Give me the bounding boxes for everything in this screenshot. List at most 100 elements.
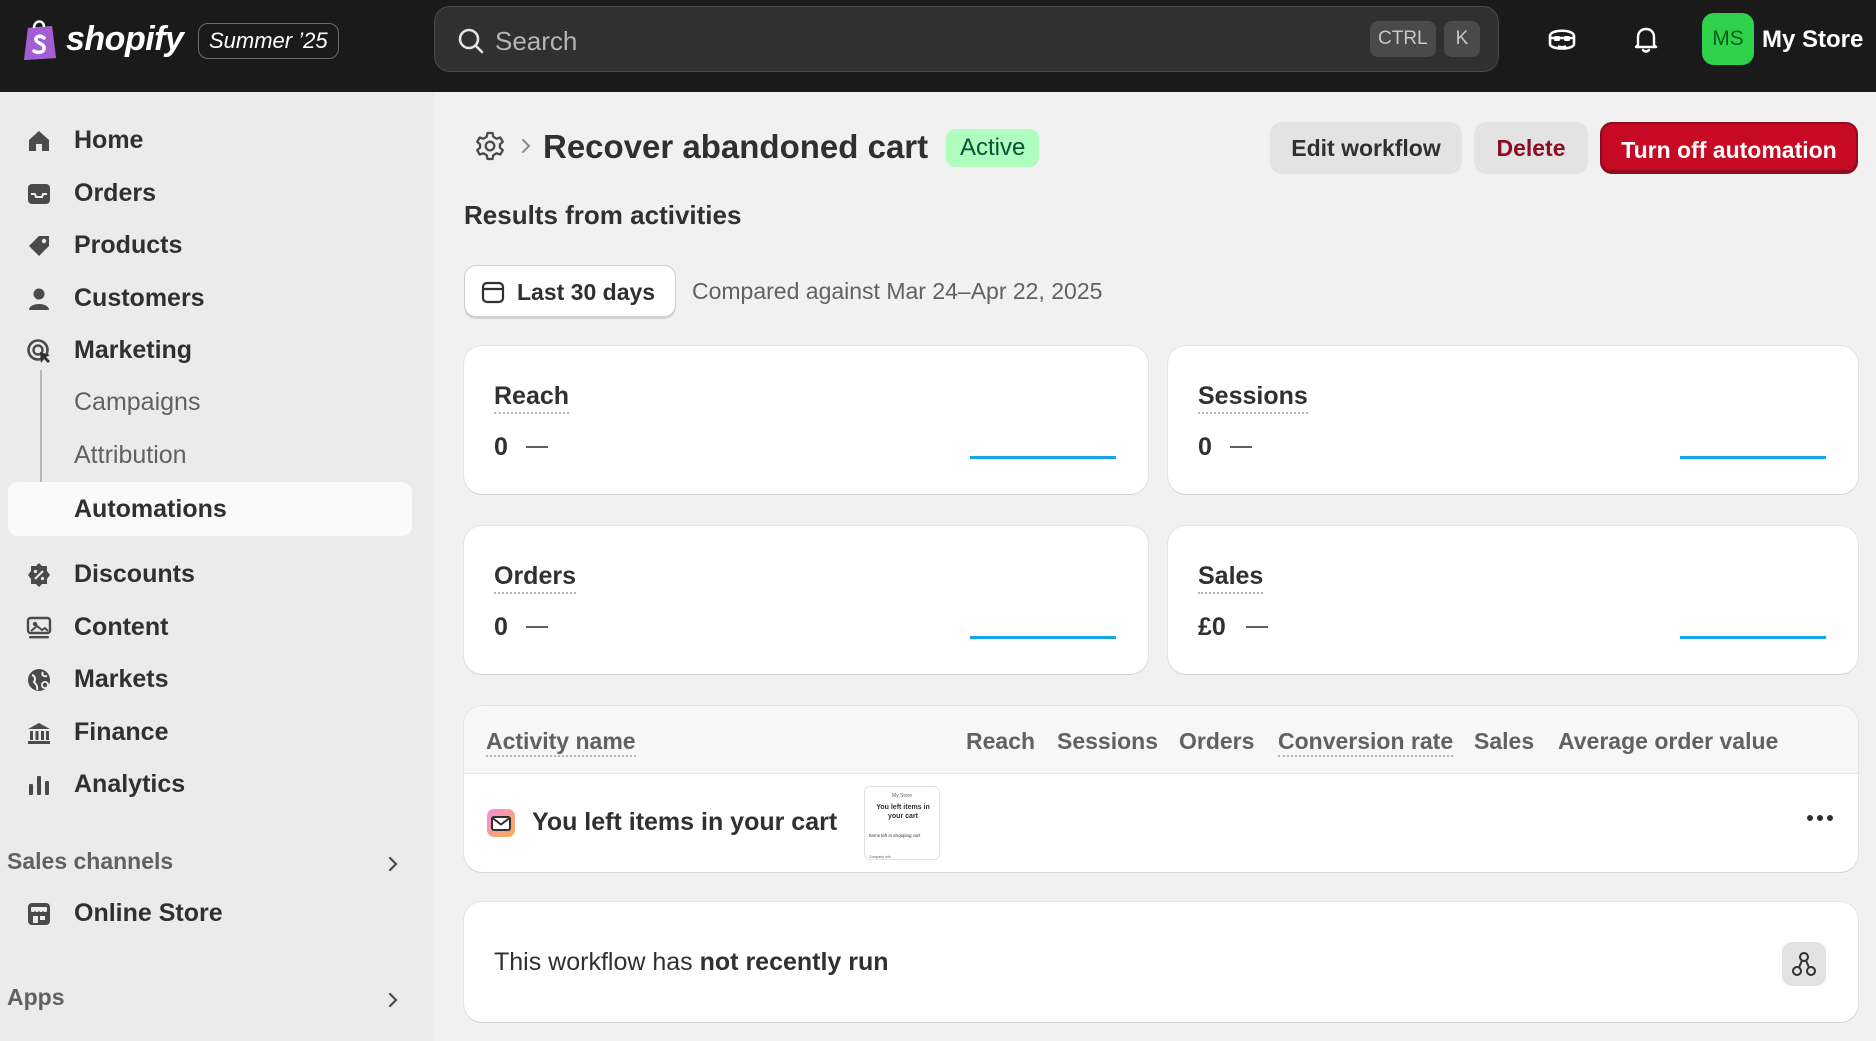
target-icon (27, 339, 50, 363)
sidebar-item-customers[interactable]: Customers (8, 273, 412, 323)
sidebar-item-finance[interactable]: Finance (8, 707, 412, 757)
sidebar-item-label: Marketing (74, 335, 193, 364)
bank-icon (28, 723, 50, 744)
edit-workflow-button[interactable]: Edit workflow (1270, 122, 1462, 174)
status-badge: Active (946, 129, 1040, 167)
person-icon (29, 288, 49, 310)
sidebar-item-automations[interactable]: Automations (8, 482, 412, 536)
sidebar-item-label: Analytics (74, 769, 186, 798)
chevron-right-icon[interactable] (383, 854, 403, 874)
workflow-icon (1792, 952, 1816, 976)
sidebar-item-label: Markets (74, 664, 169, 693)
no-change-dash (1246, 626, 1268, 628)
shopify-bag-icon (24, 20, 56, 60)
thumb-store: My Store (891, 793, 912, 799)
metric-value: 0 (494, 433, 508, 461)
column-conversion-rate[interactable]: Conversion rate (1278, 728, 1454, 757)
metric-value: £0 (1198, 613, 1226, 641)
avatar[interactable]: MS (1702, 13, 1754, 65)
metric-value: 0 (494, 613, 508, 641)
column-sessions[interactable]: Sessions (1057, 728, 1158, 755)
sidebar-item-content[interactable]: Content (8, 602, 412, 652)
comparison-text: Compared against Mar 24–Apr 22, 2025 (692, 278, 1103, 304)
chevron-right-icon[interactable] (383, 990, 403, 1010)
sidebar-item-products[interactable]: Products (8, 220, 412, 270)
bell-icon[interactable] (1629, 22, 1663, 56)
metric-card-sales[interactable]: Sales £0 (1168, 526, 1858, 674)
sidebar-item-label: Attribution (74, 440, 187, 469)
sales-channels-heading[interactable]: Sales channels (7, 848, 173, 875)
gear-icon[interactable] (474, 130, 506, 162)
more-actions-icon[interactable] (1802, 806, 1838, 830)
date-range-label: Last 30 days (517, 279, 656, 305)
delete-button[interactable]: Delete (1474, 122, 1588, 174)
metric-card-orders[interactable]: Orders 0 (464, 526, 1148, 674)
sidebar-item-label: Customers (74, 283, 205, 312)
column-average-order-value[interactable]: Average order value (1558, 728, 1778, 755)
sidebar-item-home[interactable]: Home (8, 115, 412, 165)
search-bar[interactable]: Search CTRL K (434, 6, 1499, 72)
sidebar-item-analytics[interactable]: Analytics (8, 759, 412, 809)
search-input[interactable]: Search (495, 26, 577, 57)
sidebar-item-attribution[interactable]: Attribution (8, 430, 412, 480)
turn-off-automation-button[interactable]: Turn off automation (1600, 122, 1858, 174)
metric-card-reach[interactable]: Reach 0 (464, 346, 1148, 494)
page-title: Recover abandoned cart (543, 128, 929, 165)
sparkline (970, 636, 1116, 639)
activities-table: Activity name Reach Sessions Orders Conv… (464, 706, 1858, 872)
date-range-picker[interactable]: Last 30 days (464, 265, 676, 317)
metric-label[interactable]: Orders (494, 562, 576, 594)
sidebar-item-label: Online Store (74, 898, 223, 927)
email-icon (487, 809, 515, 837)
sidekick-icon[interactable] (1545, 22, 1579, 56)
sidebar-item-markets[interactable]: Markets (8, 654, 412, 704)
sidebar-item-label: Automations (74, 494, 227, 523)
apps-heading[interactable]: Apps (7, 984, 65, 1011)
metric-card-sessions[interactable]: Sessions 0 (1168, 346, 1858, 494)
shopify-logo[interactable]: shopify (22, 18, 184, 60)
sidebar-item-label: Products (74, 230, 183, 259)
email-preview-thumbnail[interactable]: My Store You left items in your cart Ite… (864, 786, 940, 860)
discount-icon (28, 563, 50, 587)
sparkline (1680, 636, 1826, 639)
thumb-foot: Company Info (869, 855, 891, 859)
sparkline (1680, 456, 1826, 459)
globe-icon (28, 669, 50, 691)
sidebar-item-discounts[interactable]: Discounts (8, 549, 412, 599)
table-header: Activity name Reach Sessions Orders Conv… (464, 706, 1858, 774)
inbox-icon (28, 184, 50, 204)
metric-label[interactable]: Sales (1198, 562, 1264, 594)
edition-badge[interactable]: Summer ’25 (198, 23, 339, 59)
sidebar-item-campaigns[interactable]: Campaigns (8, 377, 412, 427)
column-orders[interactable]: Orders (1179, 728, 1254, 755)
activity-name[interactable]: You left items in your cart (532, 808, 837, 837)
column-reach[interactable]: Reach (966, 728, 1035, 755)
top-bar: shopify Summer ’25 Search CTRL K MS My S… (0, 0, 1876, 92)
store-name[interactable]: My Store (1762, 26, 1863, 54)
sidebar: Home Orders Products Customers Marketing… (0, 92, 434, 1041)
sidebar-item-label: Orders (74, 178, 156, 207)
sidebar-item-orders[interactable]: Orders (8, 168, 412, 218)
no-change-dash (1230, 446, 1252, 448)
sidebar-item-label: Campaigns (74, 387, 201, 416)
thumb-line: Items left in shopping cart (869, 833, 921, 838)
column-sales[interactable]: Sales (1474, 728, 1534, 755)
sparkline (970, 456, 1116, 459)
status-emphasis: not recently run (699, 948, 889, 976)
sidebar-item-marketing[interactable]: Marketing (8, 325, 412, 375)
workflow-button[interactable] (1782, 942, 1826, 986)
calendar-icon (481, 281, 505, 304)
sidebar-item-online-store[interactable]: Online Store (8, 888, 412, 938)
metric-value: 0 (1198, 433, 1212, 461)
metric-label[interactable]: Reach (494, 382, 570, 414)
home-icon (29, 131, 49, 151)
column-activity-name[interactable]: Activity name (486, 728, 636, 757)
thumb-title: You left items in your cart (876, 804, 930, 820)
metric-label[interactable]: Sessions (1198, 382, 1308, 414)
content-icon (26, 616, 52, 639)
results-heading: Results from activities (464, 200, 742, 230)
breadcrumb-chevron-icon (522, 139, 531, 153)
storefront-icon (28, 903, 50, 925)
sidebar-item-label: Discounts (74, 559, 195, 588)
brand-name: shopify (66, 19, 184, 58)
